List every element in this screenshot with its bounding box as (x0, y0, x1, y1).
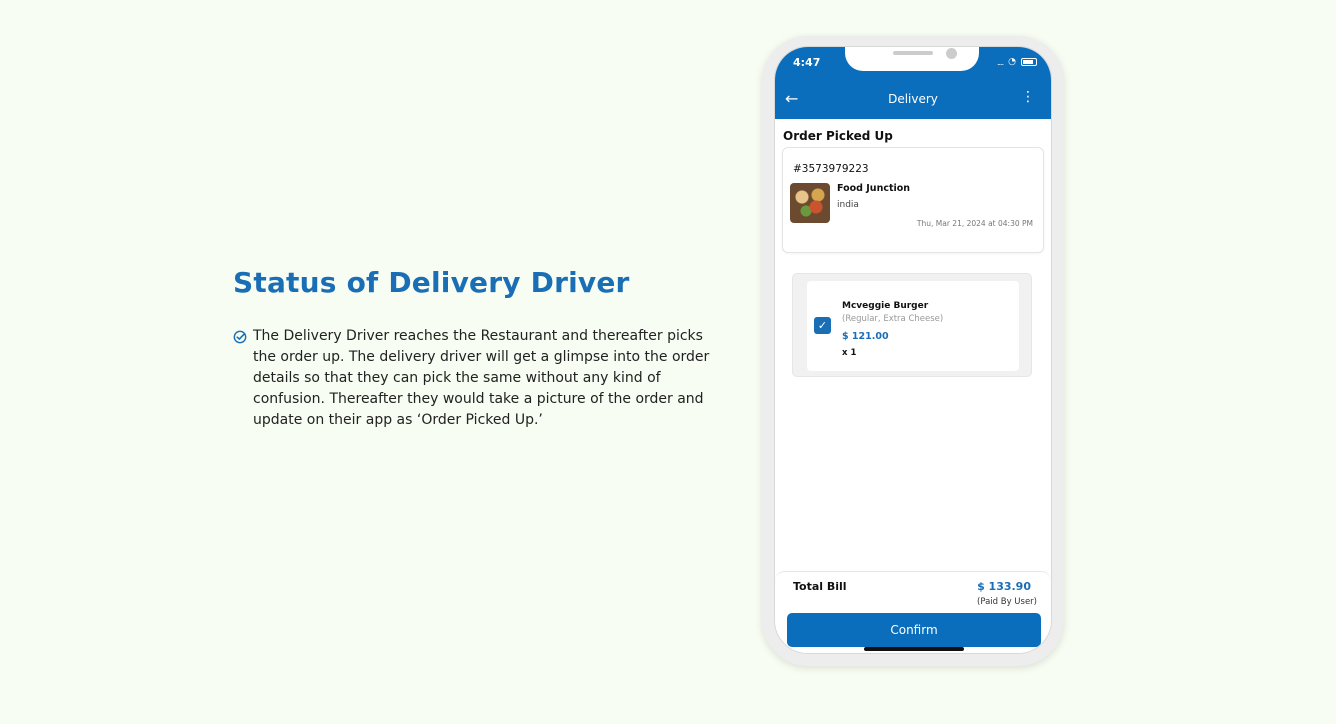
order-id: #3573979223 (793, 163, 869, 175)
confirm-button[interactable]: Confirm (787, 613, 1041, 647)
app-bar-title: Delivery (888, 92, 938, 106)
phone-notch (845, 47, 979, 71)
total-bill-label: Total Bill (793, 580, 847, 593)
paid-by-note: (Paid By User) (977, 597, 1037, 607)
check-circle-icon (233, 330, 247, 344)
item-price: $ 121.00 (842, 331, 889, 342)
status-bar: 4:47 .... ◔ (775, 47, 1051, 81)
order-items-container: ✓ Mcveggie Burger (Regular, Extra Cheese… (792, 273, 1032, 377)
description-text: The Delivery Driver reaches the Restaura… (253, 328, 710, 428)
bill-footer: Total Bill $ 133.90 (Paid By User) Confi… (775, 571, 1051, 653)
wifi-icon: ◔ (1008, 57, 1016, 67)
total-bill-amount: $ 133.90 (977, 580, 1031, 593)
restaurant-location: india (837, 200, 859, 210)
order-date: Thu, Mar 21, 2024 at 04:30 PM (916, 219, 1033, 228)
home-indicator (864, 647, 964, 651)
camera (946, 48, 957, 59)
order-status-title: Order Picked Up (783, 129, 893, 143)
description-block: The Delivery Driver reaches the Restaura… (233, 326, 723, 431)
item-name: Mcveggie Burger (842, 301, 929, 311)
list-item: ✓ Mcveggie Burger (Regular, Extra Cheese… (807, 281, 1019, 371)
phone-mockup: 4:47 .... ◔ ← Delivery ⋮ Order Picked Up… (762, 36, 1064, 666)
signal-icon: .... (996, 57, 1004, 67)
restaurant-name: Food Junction (837, 183, 911, 194)
status-time: 4:47 (793, 56, 821, 69)
phone-screen: 4:47 .... ◔ ← Delivery ⋮ Order Picked Up… (774, 46, 1052, 654)
item-quantity: x 1 (842, 348, 857, 358)
order-card[interactable]: #3573979223 Food Junction india Thu, Mar… (782, 147, 1044, 253)
item-options: (Regular, Extra Cheese) (842, 314, 944, 324)
app-bar: ← Delivery ⋮ (775, 81, 1051, 119)
section-heading: Status of Delivery Driver (233, 266, 630, 299)
speaker (893, 51, 933, 55)
checkbox-checked-icon[interactable]: ✓ (814, 317, 831, 334)
battery-icon (1021, 58, 1037, 66)
more-vertical-icon[interactable]: ⋮ (1021, 89, 1035, 105)
system-icons: .... ◔ (997, 57, 1037, 67)
restaurant-food-image (790, 183, 830, 223)
